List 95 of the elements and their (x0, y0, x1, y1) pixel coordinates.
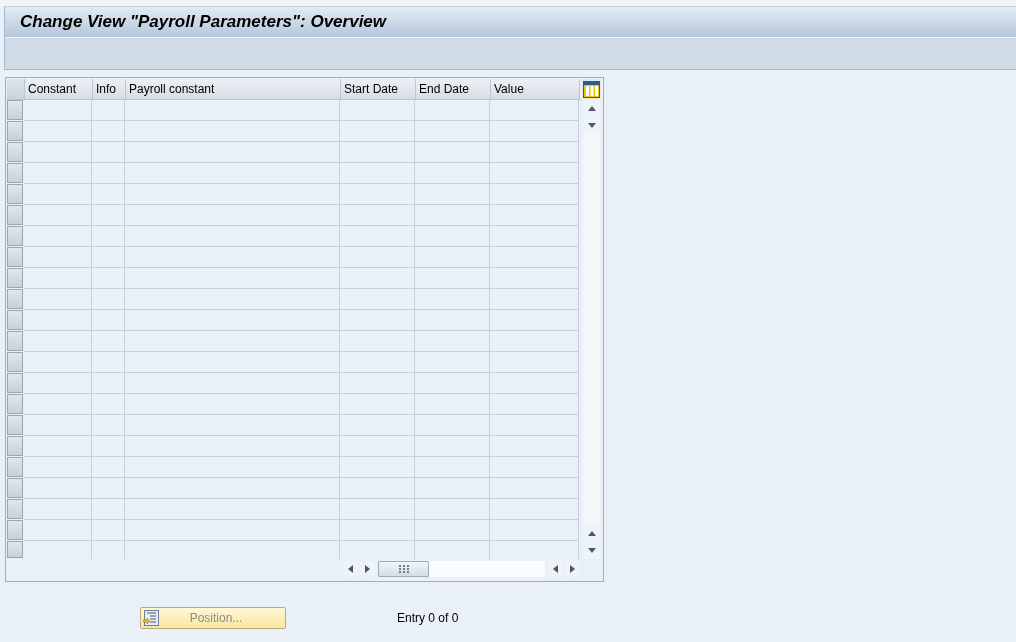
table-cell (92, 352, 125, 373)
table-cell (24, 520, 92, 541)
row-selector[interactable] (7, 457, 23, 477)
table-cell (92, 310, 125, 331)
column-header[interactable]: Start Date (341, 79, 416, 99)
column-header[interactable]: Info (93, 79, 126, 99)
scrollbar-thumb[interactable] (378, 561, 429, 577)
scroll-right-button[interactable] (360, 561, 375, 577)
column-header[interactable]: Payroll constant (126, 79, 341, 99)
table-cell (24, 394, 92, 415)
table-cell (92, 247, 125, 268)
row-selector[interactable] (7, 394, 23, 414)
column-settings-button[interactable] (582, 79, 601, 99)
select-all-corner[interactable] (7, 79, 25, 99)
scroll-up-button[interactable] (583, 525, 600, 542)
table-cell (92, 121, 125, 142)
row-selector[interactable] (7, 436, 23, 456)
column-header[interactable]: Constant (25, 79, 93, 99)
scroll-down-button[interactable] (583, 117, 600, 134)
table-cell (24, 247, 92, 268)
triangle-up-icon (587, 106, 596, 111)
row-selector[interactable] (7, 499, 23, 519)
row-selector[interactable] (7, 289, 23, 309)
scroll-left-button[interactable] (343, 561, 358, 577)
table-cell (24, 142, 92, 163)
column-header[interactable]: Value (491, 79, 580, 99)
table-cell (24, 289, 92, 310)
row-selector[interactable] (7, 373, 23, 393)
triangle-left-icon (348, 565, 353, 573)
table-cell (92, 373, 125, 394)
triangle-right-icon (365, 565, 370, 573)
table-cell (24, 478, 92, 499)
row-selector[interactable] (7, 163, 23, 183)
table-cell (92, 478, 125, 499)
row-selector[interactable] (7, 310, 23, 330)
table-cell (92, 142, 125, 163)
table-cell (24, 373, 92, 394)
table-cell (92, 415, 125, 436)
row-selector[interactable] (7, 520, 23, 540)
table-cell (24, 100, 92, 121)
table-cell (92, 520, 125, 541)
table-cell (24, 415, 92, 436)
triangle-up-icon (587, 531, 596, 536)
table-cell (24, 226, 92, 247)
table-cell (92, 457, 125, 478)
table-cell (24, 310, 92, 331)
scroll-up-button[interactable] (583, 100, 600, 117)
table-cell (92, 205, 125, 226)
row-selector[interactable] (7, 205, 23, 225)
table-cell (92, 394, 125, 415)
triangle-right-icon (570, 565, 575, 573)
table-cell (24, 436, 92, 457)
table-cell (92, 163, 125, 184)
row-selector[interactable] (7, 331, 23, 351)
list-arrow-icon (143, 610, 159, 626)
table-cell (92, 184, 125, 205)
row-selector[interactable] (7, 100, 23, 120)
table-cell (92, 499, 125, 520)
row-selector[interactable] (7, 415, 23, 435)
row-selector[interactable] (7, 247, 23, 267)
table-cell (92, 226, 125, 247)
table-cell (24, 499, 92, 520)
table-cell (24, 205, 92, 226)
row-selector[interactable] (7, 184, 23, 204)
scroll-down-button[interactable] (583, 542, 600, 559)
table-cell (24, 163, 92, 184)
row-selector[interactable] (7, 352, 23, 372)
table-cell (24, 331, 92, 352)
table-cell (24, 184, 92, 205)
grip-dots-icon (398, 565, 409, 573)
row-selector[interactable] (7, 121, 23, 141)
table-cell (92, 436, 125, 457)
horizontal-scrollbar-track[interactable] (378, 561, 545, 577)
table-cell (24, 121, 92, 142)
window-title: Change View "Payroll Parameters": Overview (20, 12, 387, 32)
table-cell (92, 331, 125, 352)
table-cell (92, 268, 125, 289)
triangle-left-icon (553, 565, 558, 573)
table-cell (24, 352, 92, 373)
row-selector[interactable] (7, 541, 23, 558)
column-header[interactable]: End Date (416, 79, 491, 99)
scroll-right-button[interactable] (565, 561, 580, 577)
scroll-left-button[interactable] (548, 561, 563, 577)
column-grid-icon (583, 80, 600, 98)
table-cell (92, 100, 125, 121)
table-cell (92, 289, 125, 310)
row-selector[interactable] (7, 226, 23, 246)
triangle-down-icon (587, 123, 596, 128)
triangle-down-icon (587, 548, 596, 553)
table-cell (24, 457, 92, 478)
table-cell (24, 268, 92, 289)
row-selector[interactable] (7, 142, 23, 162)
entry-count: Entry 0 of 0 (397, 611, 459, 625)
row-selector[interactable] (7, 268, 23, 288)
row-selector[interactable] (7, 478, 23, 498)
